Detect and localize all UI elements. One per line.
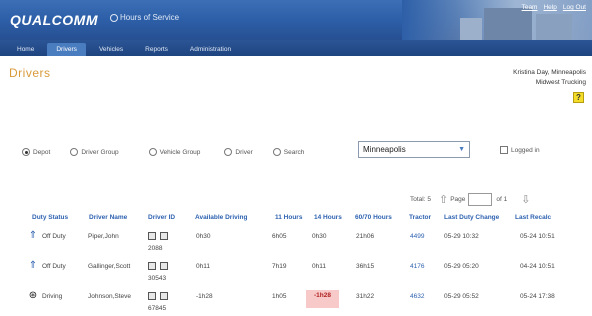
col-6070-hours[interactable]: 60/70 Hours [355,214,392,221]
up-arrow-icon: ⇑ [28,260,38,271]
tab-drivers[interactable]: Drivers [47,43,86,56]
page-up-arrow-icon[interactable]: ⇧ [439,193,448,206]
col-tractor[interactable]: Tractor [409,214,431,221]
logged-in-filter[interactable]: Logged in [500,146,540,154]
detail-icon[interactable] [160,232,168,240]
driver-id: 2088 [148,245,163,252]
radio-button[interactable] [272,148,281,156]
radio-search[interactable]: Search [272,148,305,156]
clock-icon [110,13,118,22]
tab-vehicles[interactable]: Vehicles [90,43,132,56]
logged-in-label: Logged in [511,146,540,154]
app-name-label: Hours of Service [120,13,180,22]
tractor-link[interactable]: 4499 [410,233,424,240]
detail-icon[interactable] [160,262,168,270]
last-recalc: 04-24 10:51 [520,263,555,270]
tractor-link[interactable]: 4176 [410,263,424,270]
steering-wheel-icon: ⊛ [28,290,38,301]
available-driving: -1h28 [196,293,213,300]
tab-administration[interactable]: Administration [181,43,240,56]
page-label: Page [450,196,466,203]
driver-name: Gallinger,Scott [88,263,131,270]
hours-14-violation: -1h28 [306,290,339,308]
depot-select-value: Minneapolis [363,145,406,154]
radio-label: Search [283,148,305,156]
hours-6070: 36h15 [356,263,375,270]
up-arrow-icon: ⇑ [28,230,38,241]
pager: Total: 5 ⇧ Page of 1 ⇩ [410,193,530,206]
logged-in-checkbox[interactable] [500,146,508,154]
last-duty-change: 05-29 10:32 [444,233,479,240]
duty-status: Off Duty [42,263,66,270]
log-icon[interactable] [148,292,156,300]
col-last-duty-change[interactable]: Last Duty Change [444,214,499,221]
team-link[interactable]: Team [522,4,538,11]
page-down-arrow-icon[interactable]: ⇩ [521,193,530,206]
hours-11: 1h05 [272,293,287,300]
radio-button[interactable] [70,148,79,156]
tractor-link[interactable]: 4632 [410,293,424,300]
last-duty-change: 05-29 05:20 [444,263,479,270]
last-recalc: 05-24 17:38 [520,293,555,300]
help-link[interactable]: Help [543,4,556,11]
radio-button[interactable] [22,148,30,156]
top-links: Team Help Log Out [522,4,586,11]
help-icon[interactable]: ? [573,92,584,103]
tab-reports[interactable]: Reports [136,43,177,56]
hours-14: 0h11 [312,263,326,270]
depot-select[interactable]: Minneapolis ▼ [358,141,470,158]
app-header: QUALCOMM Hours of Service Team Help Log … [0,0,592,40]
last-duty-change: 05-29 05:52 [444,293,479,300]
user-info: Kristina Day, Minneapolis Midwest Trucki… [513,68,586,88]
col-available-driving[interactable]: Available Driving [195,214,248,221]
main-nav: Home Drivers Vehicles Reports Administra… [0,40,592,56]
col-14-hours[interactable]: 14 Hours [314,214,342,221]
hours-11: 6h05 [272,233,287,240]
col-11-hours[interactable]: 11 Hours [275,214,302,221]
radio-vehicle-group[interactable]: Vehicle Group [148,148,201,156]
app-name: Hours of Service [110,13,179,22]
radio-label: Depot [33,148,51,156]
page-title: Drivers [9,66,51,80]
available-driving: 0h11 [196,263,210,270]
log-icon[interactable] [148,232,156,240]
hours-6070: 21h06 [356,233,375,240]
qualcomm-logo: QUALCOMM [10,12,98,28]
filter-radio-group: Depot Driver Group Vehicle Group Driver … [22,148,324,156]
last-recalc: 05-24 10:51 [520,233,555,240]
company-name: Midwest Trucking [535,79,586,86]
hours-6070: 31h22 [356,293,375,300]
driver-id: 30543 [148,275,167,282]
driver-name: Johnson,Steve [88,293,132,300]
col-duty-status[interactable]: Duty Status [32,214,68,221]
radio-depot[interactable]: Depot [22,148,50,156]
radio-label: Driver Group [81,148,119,156]
chevron-down-icon: ▼ [458,146,465,153]
tab-home[interactable]: Home [8,43,43,56]
user-name-depot: Kristina Day, Minneapolis [513,69,586,76]
available-driving: 0h30 [196,233,211,240]
radio-driver[interactable]: Driver [224,148,253,156]
total-count: Total: 5 [410,196,431,203]
radio-button[interactable] [224,148,233,156]
driver-id: 67845 [148,305,167,312]
col-last-recalc[interactable]: Last Recalc [515,214,551,221]
log-icon[interactable] [148,262,156,270]
table-header: Duty Status Driver Name Driver ID Availa… [30,214,590,223]
driver-name: Piper,John [88,233,119,240]
col-driver-name[interactable]: Driver Name [89,214,127,221]
col-driver-id[interactable]: Driver ID [148,214,175,221]
hours-11: 7h19 [272,263,287,270]
hours-14: 0h30 [312,233,327,240]
page-number-input[interactable] [468,193,493,206]
duty-status: Driving [42,293,63,300]
radio-label: Vehicle Group [159,148,201,156]
radio-label: Driver [235,148,253,156]
page-of-label: of 1 [496,196,508,203]
radio-driver-group[interactable]: Driver Group [70,148,119,156]
detail-icon[interactable] [160,292,168,300]
logout-link[interactable]: Log Out [563,4,586,11]
duty-status: Off Duty [42,233,66,240]
radio-button[interactable] [148,148,157,156]
